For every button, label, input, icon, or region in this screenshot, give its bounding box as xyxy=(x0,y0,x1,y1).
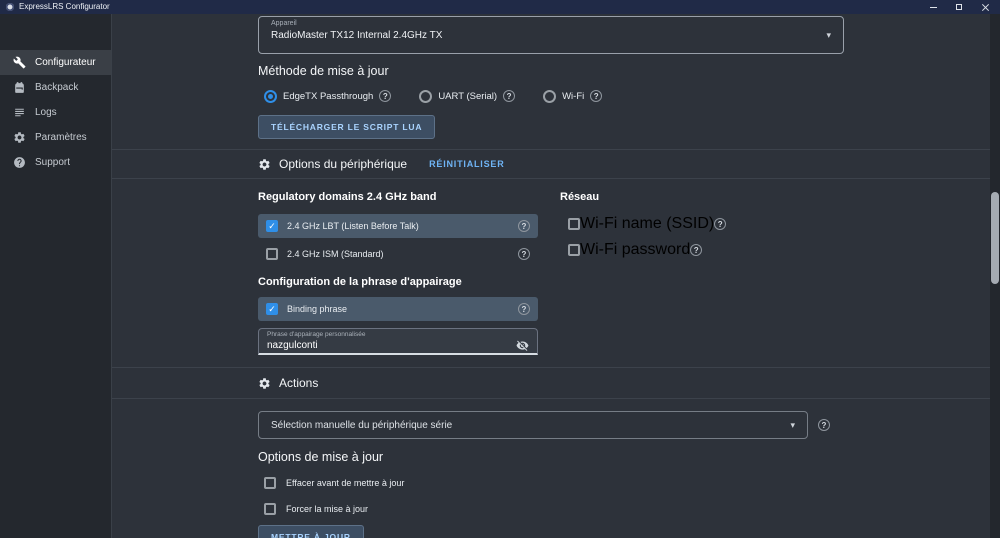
actions-title: Actions xyxy=(279,376,318,390)
radio-label: Wi-Fi xyxy=(562,91,584,102)
maximize-button[interactable] xyxy=(954,2,964,12)
sidebar-item-label: Logs xyxy=(35,107,57,118)
checkbox-row-binding-phrase[interactable]: ✓ Binding phrase ? xyxy=(258,297,538,321)
divider xyxy=(112,398,1000,399)
checkbox-icon[interactable] xyxy=(264,503,276,515)
device-select-label: Appareil xyxy=(271,20,831,27)
checkbox-icon[interactable] xyxy=(266,248,278,260)
radio-icon xyxy=(543,90,556,103)
radio-selected-icon xyxy=(264,90,277,103)
reset-button[interactable]: RÉINITIALISER xyxy=(429,159,504,169)
binding-phrase-field-label: Phrase d'appairage personnalisée xyxy=(267,331,529,338)
list-icon xyxy=(13,106,26,119)
radio-icon xyxy=(419,90,432,103)
sidebar-item-configurator[interactable]: Configurateur xyxy=(0,50,111,75)
serial-device-select-value: Sélection manuelle du périphérique série xyxy=(271,420,790,431)
radio-label: UART (Serial) xyxy=(438,91,497,102)
help-icon-ssid[interactable]: ? xyxy=(714,218,726,230)
radio-uart-serial[interactable]: UART (Serial) ? xyxy=(419,90,515,103)
minimize-icon xyxy=(930,7,937,8)
checkbox-row-erase-before-flash[interactable]: Effacer avant de mettre à jour xyxy=(264,476,1000,489)
sidebar-item-logs[interactable]: Logs xyxy=(0,100,111,125)
update-method-title: Méthode de mise à jour xyxy=(258,64,1000,78)
help-icon-uart[interactable]: ? xyxy=(503,90,515,102)
serial-device-select[interactable]: Sélection manuelle du périphérique série… xyxy=(258,411,808,439)
network-title: Réseau xyxy=(560,191,840,203)
checkbox-label: Effacer avant de mettre à jour xyxy=(286,478,404,488)
window-title: ExpressLRS Configurator xyxy=(19,0,110,14)
window-controls xyxy=(928,2,994,12)
checkbox-row-wifi-ssid[interactable]: Wi-Fi name (SSID) ? xyxy=(560,216,840,232)
radio-wifi[interactable]: Wi-Fi ? xyxy=(543,90,602,103)
actions-header: Actions xyxy=(112,368,1000,398)
checkbox-checked-icon[interactable]: ✓ xyxy=(266,220,278,232)
checkbox-row-lbt[interactable]: ✓ 2.4 GHz LBT (Listen Before Talk) ? xyxy=(258,214,538,238)
binding-phrase-field[interactable]: Phrase d'appairage personnalisée xyxy=(258,328,538,355)
help-circle-icon xyxy=(13,156,26,169)
eye-off-icon[interactable] xyxy=(516,339,529,352)
sidebar-item-support[interactable]: Support xyxy=(0,150,111,175)
device-options-header: Options du périphérique RÉINITIALISER xyxy=(112,150,1000,178)
checkbox-icon[interactable] xyxy=(568,244,580,256)
gear-icon xyxy=(258,158,271,171)
device-options-title: Options du périphérique xyxy=(279,157,407,171)
help-icon-binding[interactable]: ? xyxy=(518,303,530,315)
device-select[interactable]: Appareil RadioMaster TX12 Internal 2.4GH… xyxy=(258,16,844,54)
maximize-icon xyxy=(956,4,962,10)
chevron-down-icon: ▾ xyxy=(826,31,831,40)
update-button[interactable]: METTRE À JOUR xyxy=(258,525,364,538)
sidebar: Configurateur Backpack Logs Paramètres S… xyxy=(0,14,112,538)
radio-edgetx-passthrough[interactable]: EdgeTX Passthrough ? xyxy=(264,90,391,103)
sidebar-item-label: Configurateur xyxy=(35,57,96,68)
close-icon xyxy=(981,3,990,12)
checkbox-icon[interactable] xyxy=(568,218,580,230)
binding-title: Configuration de la phrase d'appairage xyxy=(258,276,538,288)
help-icon-wifi[interactable]: ? xyxy=(590,90,602,102)
main-content: Appareil RadioMaster TX12 Internal 2.4GH… xyxy=(112,14,1000,538)
checkbox-checked-icon[interactable]: ✓ xyxy=(266,303,278,315)
regulatory-column: Regulatory domains 2.4 GHz band ✓ 2.4 GH… xyxy=(258,191,538,355)
sidebar-item-label: Backpack xyxy=(35,82,78,93)
checkbox-label: 2.4 GHz ISM (Standard) xyxy=(287,249,518,259)
app-logo-icon xyxy=(6,3,14,11)
update-method-options: EdgeTX Passthrough ? UART (Serial) ? Wi-… xyxy=(264,89,1000,103)
checkbox-label: Forcer la mise à jour xyxy=(286,504,368,514)
titlebar: ExpressLRS Configurator xyxy=(0,0,1000,14)
scrollbar-thumb[interactable] xyxy=(991,192,999,284)
network-column: Réseau Wi-Fi name (SSID) ? Wi-Fi passwor… xyxy=(560,191,840,355)
gear-icon xyxy=(13,131,26,144)
checkbox-row-ism[interactable]: 2.4 GHz ISM (Standard) ? xyxy=(258,244,538,264)
checkbox-label: Wi-Fi password xyxy=(580,241,690,259)
radio-label: EdgeTX Passthrough xyxy=(283,91,373,102)
sidebar-item-label: Paramètres xyxy=(35,132,87,143)
checkbox-label: 2.4 GHz LBT (Listen Before Talk) xyxy=(287,221,518,231)
backpack-icon xyxy=(13,81,26,94)
minimize-button[interactable] xyxy=(928,2,938,12)
checkbox-label: Binding phrase xyxy=(287,304,518,314)
help-icon-ism[interactable]: ? xyxy=(518,248,530,260)
sidebar-item-backpack[interactable]: Backpack xyxy=(0,75,111,100)
help-icon-serial[interactable]: ? xyxy=(818,419,830,431)
checkbox-icon[interactable] xyxy=(264,477,276,489)
download-lua-button[interactable]: TÉLÉCHARGER LE SCRIPT LUA xyxy=(258,115,435,139)
chevron-down-icon: ▾ xyxy=(790,421,795,430)
checkbox-label: Wi-Fi name (SSID) xyxy=(580,215,714,233)
flash-options-title: Options de mise à jour xyxy=(258,450,1000,464)
serial-device-row: Sélection manuelle du périphérique série… xyxy=(112,411,1000,439)
help-icon-lbt[interactable]: ? xyxy=(518,220,530,232)
divider xyxy=(112,178,1000,179)
help-icon-wifi-password[interactable]: ? xyxy=(690,244,702,256)
help-icon-edgetx[interactable]: ? xyxy=(379,90,391,102)
gear-icon xyxy=(258,377,271,390)
checkbox-row-wifi-password[interactable]: Wi-Fi password ? xyxy=(560,242,840,258)
sidebar-item-label: Support xyxy=(35,157,70,168)
binding-phrase-input[interactable] xyxy=(267,340,516,351)
sidebar-item-settings[interactable]: Paramètres xyxy=(0,125,111,150)
close-button[interactable] xyxy=(980,2,990,12)
regulatory-title: Regulatory domains 2.4 GHz band xyxy=(258,191,538,203)
checkbox-row-force-flash[interactable]: Forcer la mise à jour xyxy=(264,502,1000,515)
device-select-value: RadioMaster TX12 Internal 2.4GHz TX xyxy=(271,30,826,41)
wrench-icon xyxy=(13,56,26,69)
scrollbar[interactable] xyxy=(990,14,1000,538)
